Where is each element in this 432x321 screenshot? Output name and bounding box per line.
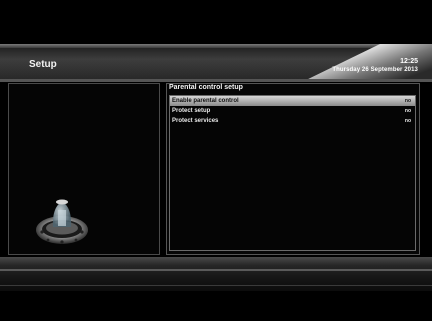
list-item-enable-parental-control[interactable]: Enable parental control no <box>170 96 415 106</box>
footer-line-lower <box>0 285 432 286</box>
list-item-label: Protect services <box>172 118 219 124</box>
header-bar <box>0 44 432 82</box>
page-title: Setup <box>29 59 57 70</box>
settings-list: Enable parental control no Protect setup… <box>169 95 416 251</box>
clock: 12:25 <box>400 58 418 65</box>
list-item-value: no <box>404 98 411 104</box>
tv-screen: Setup 12:25 Thursday 26 September 2013 P… <box>0 0 432 321</box>
list-item-protect-services[interactable]: Protect services no <box>170 116 415 126</box>
panel-heading: Parental control setup <box>169 84 243 91</box>
list-item-value: no <box>404 118 411 124</box>
list-item-protect-setup[interactable]: Protect setup no <box>170 106 415 116</box>
footer-line <box>0 269 432 271</box>
header-bottom-line <box>0 79 432 82</box>
list-item-label: Enable parental control <box>172 98 239 104</box>
satellite-receiver-dish-icon <box>36 199 88 244</box>
list-item-value: no <box>404 108 411 114</box>
list-item-label: Protect setup <box>172 108 211 114</box>
header-top-line <box>0 44 432 48</box>
footer-bar <box>0 257 432 291</box>
date-label: Thursday 26 September 2013 <box>332 67 418 73</box>
